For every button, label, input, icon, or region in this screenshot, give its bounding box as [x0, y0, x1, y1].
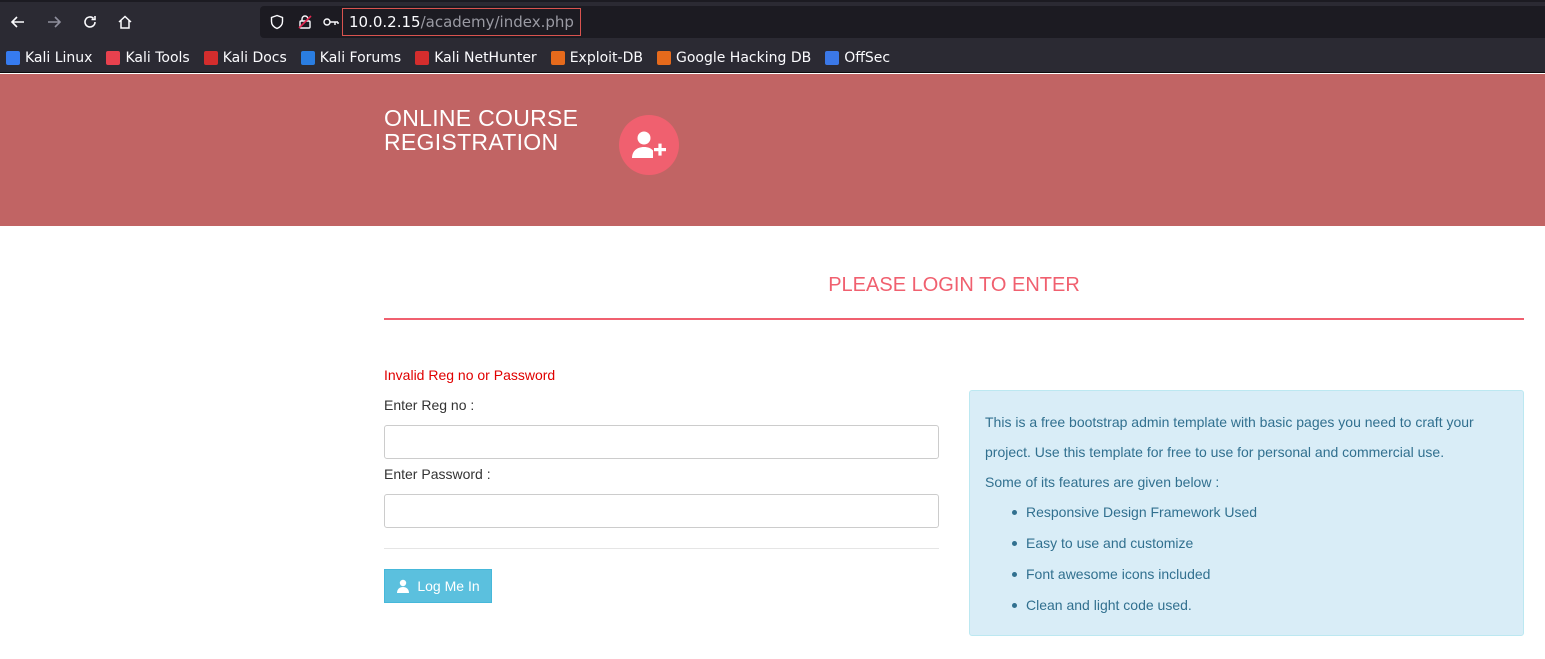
- bookmark-label: Kali Linux: [25, 50, 93, 66]
- reload-icon: [84, 16, 96, 28]
- feature-item: Font awesome icons included: [1010, 559, 1257, 590]
- bookmark-favicon-icon: [550, 51, 565, 65]
- key-icon[interactable]: [321, 12, 341, 32]
- browser-toolbar: 10.0.2.15/academy/index.php: [0, 0, 1545, 44]
- info-panel: This is a free bootstrap admin template …: [969, 390, 1524, 636]
- login-heading: PLEASE LOGIN TO ENTER: [828, 274, 1080, 296]
- bookmark-item[interactable]: Kali Linux: [6, 50, 92, 66]
- site-header: ONLINE COURSE REGISTRATION: [0, 74, 1545, 226]
- form-divider: [384, 548, 939, 549]
- bookmark-favicon-icon: [300, 51, 315, 65]
- bookmark-label: Google Hacking DB: [675, 50, 812, 66]
- login-button-label: Log Me In: [417, 578, 480, 594]
- bookmark-item[interactable]: Kali NetHunter: [415, 50, 537, 66]
- info-subhead: Some of its features are given below :: [985, 474, 1220, 490]
- url-bar[interactable]: 10.0.2.15/academy/index.php: [260, 6, 1545, 38]
- bookmark-item[interactable]: Kali Tools: [106, 50, 190, 66]
- bookmark-label: Kali NetHunter: [434, 50, 537, 66]
- reload-button[interactable]: [76, 8, 104, 36]
- toolbar-top-border: [0, 0, 1545, 2]
- site-title-line2: REGISTRATION: [384, 129, 559, 155]
- bookmark-label: Kali Forums: [319, 50, 402, 66]
- bookmark-item[interactable]: Kali Forums: [300, 50, 402, 66]
- arrow-right-icon: [48, 16, 62, 28]
- bookmark-favicon-icon: [203, 51, 218, 65]
- heading-divider: [384, 318, 1524, 320]
- url-host: 10.0.2.15: [349, 13, 421, 31]
- feature-item: Responsive Design Framework Used: [1010, 497, 1257, 528]
- user-plus-icon: [632, 131, 666, 158]
- home-button[interactable]: [111, 8, 139, 36]
- bookmarks-bar: Kali Linux Kali Tools Kali Docs Kali Forums…: [0, 44, 1545, 73]
- arrow-left-icon: [10, 16, 24, 28]
- site-title[interactable]: ONLINE COURSE REGISTRATION: [384, 106, 578, 154]
- url-path: /academy/index.php: [420, 13, 574, 31]
- site-title-line1: ONLINE COURSE: [384, 105, 579, 131]
- bookmark-favicon-icon: [6, 51, 20, 65]
- feature-item: Clean and light code used.: [1010, 590, 1257, 621]
- bookmark-favicon-icon: [106, 51, 121, 65]
- error-message: Invalid Reg no or Password: [384, 367, 556, 383]
- password-label: Enter Password :: [384, 466, 491, 482]
- bookmark-label: Kali Tools: [125, 50, 190, 66]
- bookmark-item[interactable]: Kali Docs: [203, 50, 287, 66]
- user-icon: [397, 579, 410, 593]
- password-input[interactable]: [384, 494, 939, 528]
- bookmark-item[interactable]: Google Hacking DB: [656, 50, 812, 66]
- reg-no-label: Enter Reg no :: [384, 397, 475, 413]
- bookmark-favicon-icon: [415, 51, 430, 65]
- bookmark-favicon-icon: [656, 51, 671, 65]
- logo: [619, 115, 679, 175]
- reg-no-input[interactable]: [384, 425, 939, 459]
- bookmark-label: Exploit-DB: [569, 50, 643, 66]
- insecure-lock-icon[interactable]: [295, 12, 315, 32]
- bookmark-label: OffSec: [844, 50, 891, 66]
- forward-button[interactable]: [40, 8, 68, 36]
- home-icon: [118, 15, 132, 29]
- login-button[interactable]: Log Me In: [384, 569, 492, 603]
- bookmark-favicon-icon: [825, 51, 840, 65]
- shield-icon[interactable]: [267, 12, 287, 32]
- bookmark-label: Kali Docs: [222, 50, 287, 66]
- feature-item: Easy to use and customize: [1010, 528, 1257, 559]
- bookmark-item[interactable]: OffSec: [825, 50, 890, 66]
- feature-list: Responsive Design Framework Used Easy to …: [1010, 497, 1257, 621]
- back-button[interactable]: [4, 8, 32, 36]
- info-text: This is a free bootstrap admin template …: [985, 414, 1474, 460]
- url-text[interactable]: 10.0.2.15/academy/index.php: [342, 8, 581, 36]
- bookmark-item[interactable]: Exploit-DB: [550, 50, 643, 66]
